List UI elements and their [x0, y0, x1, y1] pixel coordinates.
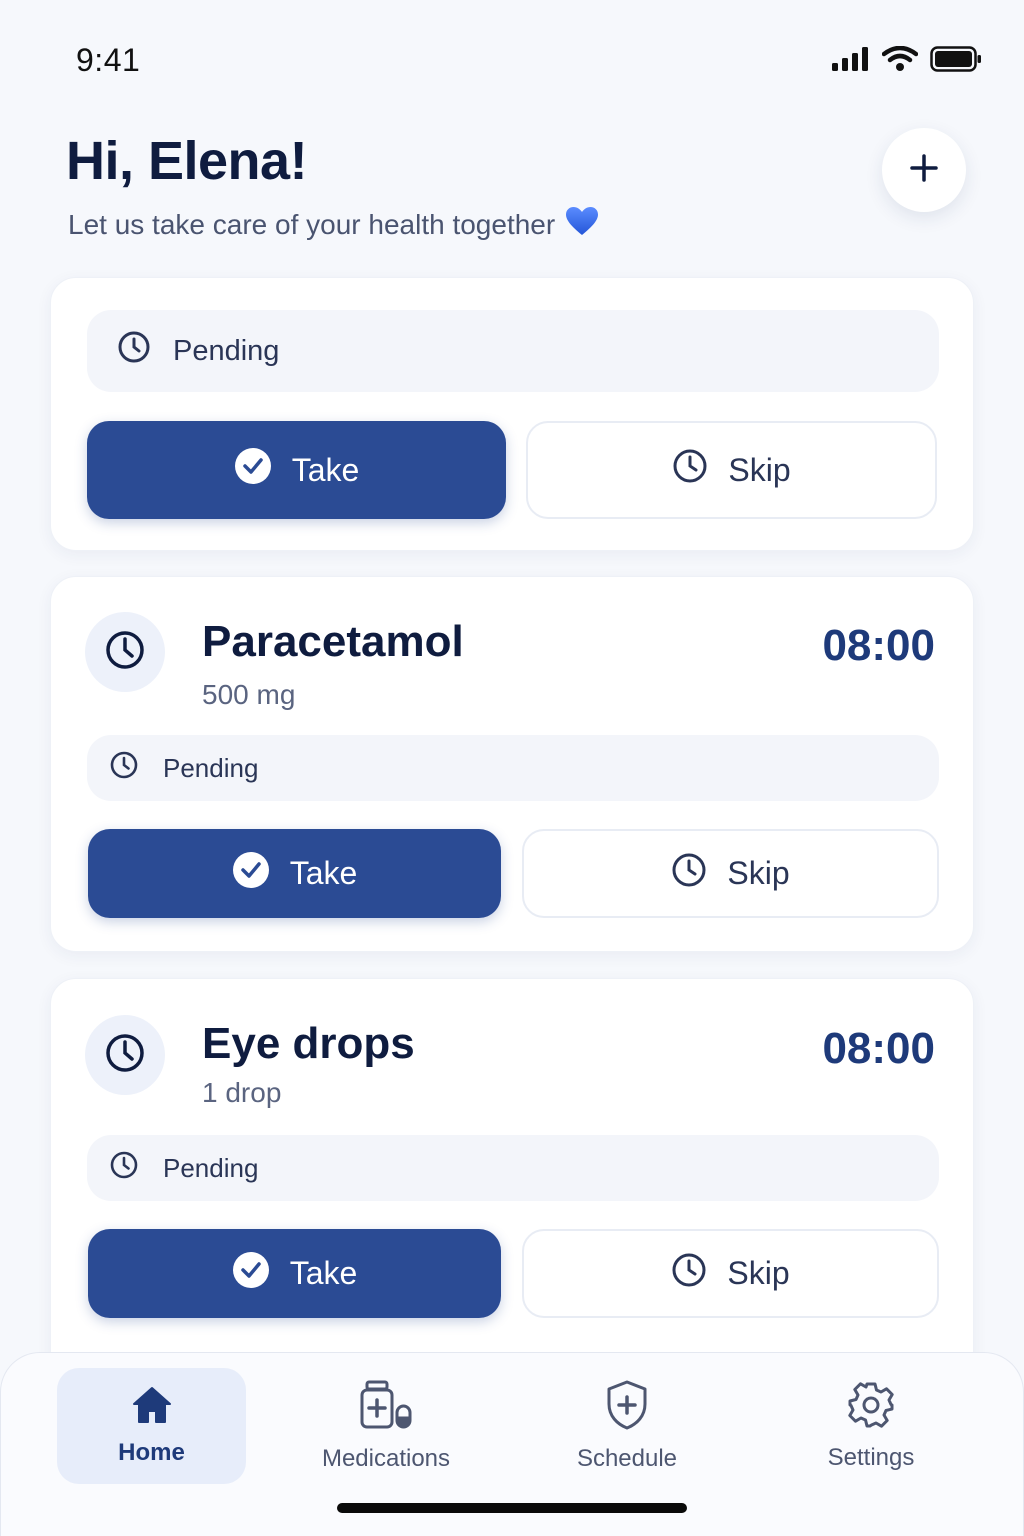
nav-label: Settings: [827, 1443, 915, 1471]
greeting-subtitle: Let us take care of your health together: [68, 206, 599, 243]
medication-time: 08:00: [822, 1024, 935, 1073]
clock-icon: [109, 750, 139, 787]
status-bar: 9:41: [0, 0, 1024, 120]
take-label: Take: [291, 451, 360, 488]
add-button[interactable]: [882, 128, 966, 212]
skip-label: Skip: [727, 1255, 790, 1291]
clock-icon: [671, 852, 707, 896]
check-circle-icon: [234, 447, 272, 493]
status-text: Pending: [163, 1152, 259, 1183]
med-icon-circle: [85, 612, 165, 692]
home-indicator: [337, 1503, 687, 1513]
skip-button[interactable]: Skip: [522, 829, 939, 918]
status-icons: [832, 45, 982, 77]
nav-settings[interactable]: Settings: [797, 1368, 945, 1484]
clock-icon: [104, 1032, 146, 1079]
skip-label: Skip: [727, 855, 790, 891]
medication-name: Paracetamol: [202, 617, 464, 666]
nav-label: Home: [118, 1438, 185, 1466]
medication-card: Eye drops 1 drop 08:00 Pending Take Skip: [50, 978, 974, 1378]
medication-time: 08:00: [822, 621, 935, 670]
shield-plus-icon: [605, 1380, 649, 1435]
skip-button[interactable]: Skip: [522, 1229, 939, 1318]
take-button[interactable]: Take: [87, 421, 506, 519]
status-pill: Pending: [87, 735, 939, 801]
home-icon: [132, 1386, 172, 1429]
nav-label: Schedule: [576, 1444, 678, 1472]
status-pill: Pending: [87, 1135, 939, 1201]
nav-label: Medications: [321, 1444, 451, 1472]
clock-icon: [109, 1150, 139, 1187]
signal-icon: [832, 47, 870, 76]
medication-icon: [359, 1380, 413, 1435]
battery-icon: [930, 46, 982, 77]
medication-dose: 500 mg: [202, 679, 296, 710]
medication-dose: 1 drop: [202, 1077, 282, 1108]
status-text: Pending: [163, 752, 259, 783]
gear-icon: [847, 1381, 895, 1434]
plus-icon: [909, 153, 939, 188]
medication-card: Pending Take Skip: [50, 277, 974, 551]
subtitle-text: Let us take care of your health together: [68, 208, 556, 240]
take-label: Take: [289, 855, 358, 891]
medication-name: Eye drops: [202, 1019, 415, 1068]
check-circle-icon: [232, 851, 270, 897]
clock-icon: [671, 1252, 707, 1296]
status-pill: Pending: [87, 310, 939, 392]
med-icon-circle: [85, 1015, 165, 1095]
status-text: Pending: [173, 334, 280, 367]
clock-icon: [104, 629, 146, 676]
wifi-icon: [881, 45, 919, 77]
skip-button[interactable]: Skip: [526, 421, 937, 519]
nav-home[interactable]: Home: [57, 1368, 246, 1484]
greeting-title: Hi, Elena!: [66, 131, 308, 191]
check-circle-icon: [232, 1251, 270, 1297]
take-label: Take: [289, 1255, 358, 1291]
status-time: 9:41: [76, 42, 141, 78]
nav-medications[interactable]: Medications: [301, 1368, 471, 1484]
skip-label: Skip: [728, 451, 791, 488]
clock-icon: [117, 330, 151, 372]
nav-schedule[interactable]: Schedule: [551, 1368, 703, 1484]
take-button[interactable]: Take: [88, 1229, 501, 1318]
heart-icon: [565, 206, 599, 243]
clock-icon: [672, 448, 708, 492]
take-button[interactable]: Take: [88, 829, 501, 918]
medication-card: Paracetamol 500 mg 08:00 Pending Take Sk…: [50, 576, 974, 952]
